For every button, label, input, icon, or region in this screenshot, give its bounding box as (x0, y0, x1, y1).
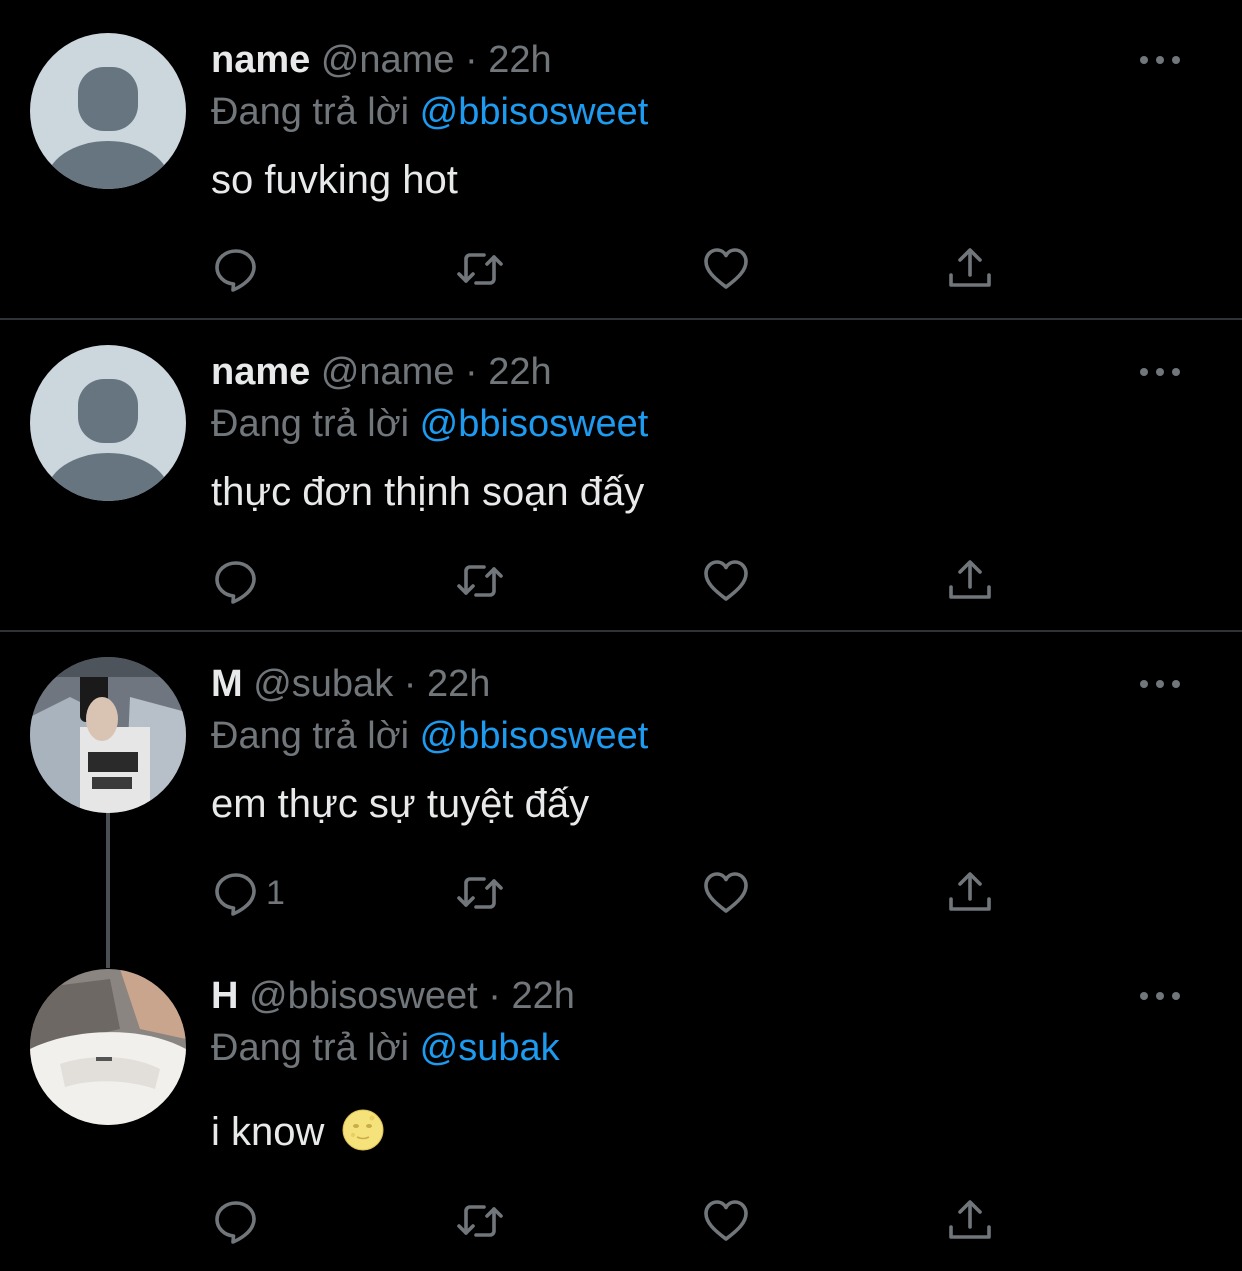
mention-link[interactable]: @bbisosweet (420, 715, 649, 757)
retweet-icon (457, 1205, 503, 1237)
more-options-button[interactable] (1140, 678, 1180, 690)
separator-dot: · (465, 39, 478, 81)
tweet-header: name @name · 22h (211, 350, 552, 394)
timestamp[interactable]: 22h (511, 975, 574, 1017)
display-name[interactable]: name (211, 351, 310, 393)
action-bar (0, 245, 1242, 293)
tweet[interactable]: H @bbisosweet · 22h Đang trả lời @subak … (0, 944, 1242, 1271)
retweet-icon (457, 253, 503, 285)
retweet-button[interactable] (456, 869, 504, 917)
like-button[interactable] (702, 1197, 750, 1245)
replying-to: Đang trả lời @bbisosweet (211, 90, 648, 134)
full-moon-face-icon (342, 1109, 384, 1151)
like-icon (704, 560, 748, 601)
more-options-button[interactable] (1140, 990, 1180, 1002)
more-options-button[interactable] (1140, 366, 1180, 378)
share-button[interactable] (946, 869, 994, 917)
retweet-button[interactable] (456, 245, 504, 293)
replying-to: Đang trả lời @subak (211, 1026, 560, 1070)
avatar[interactable] (30, 969, 186, 1125)
photo-avatar-icon (30, 657, 186, 813)
like-icon (704, 248, 748, 289)
share-icon (949, 560, 991, 599)
like-button[interactable] (702, 869, 750, 917)
more-icon (1140, 368, 1148, 376)
more-options-button[interactable] (1140, 54, 1180, 66)
separator-dot: · (403, 663, 417, 705)
reply-count: 1 (266, 873, 285, 912)
avatar[interactable] (30, 345, 186, 501)
tweet-header: M @subak · 22h (211, 662, 490, 706)
display-name[interactable]: H (211, 975, 238, 1017)
tweet-text: thực đơn thịnh soạn đấy (211, 470, 645, 514)
separator-dot: · (488, 975, 501, 1017)
reply-button[interactable] (212, 557, 266, 605)
mention-link[interactable]: @bbisosweet (420, 91, 649, 133)
like-button[interactable] (702, 557, 750, 605)
action-bar: 1 (0, 869, 1242, 917)
action-bar (0, 1197, 1242, 1245)
display-name[interactable]: M (211, 663, 243, 705)
tweet[interactable]: M @subak · 22h Đang trả lời @bbisosweet … (0, 632, 1242, 944)
timestamp[interactable]: 22h (488, 39, 551, 81)
share-button[interactable] (946, 245, 994, 293)
more-icon (1140, 992, 1148, 1000)
retweet-button[interactable] (456, 1197, 504, 1245)
user-handle[interactable]: @name (321, 351, 455, 393)
replying-prefix: Đang trả lời (211, 91, 410, 133)
reply-icon (215, 249, 256, 292)
share-button[interactable] (946, 557, 994, 605)
retweet-button[interactable] (456, 557, 504, 605)
share-icon (949, 1200, 991, 1239)
mention-link[interactable]: @bbisosweet (420, 403, 649, 445)
reply-icon (215, 873, 256, 916)
mention-link[interactable]: @subak (420, 1027, 560, 1069)
default-avatar-icon (30, 33, 186, 189)
replying-prefix: Đang trả lời (211, 715, 410, 757)
more-icon (1140, 56, 1148, 64)
replying-prefix: Đang trả lời (211, 403, 410, 445)
user-handle[interactable]: @name (321, 39, 455, 81)
retweet-icon (457, 565, 503, 597)
reply-icon (215, 1201, 256, 1244)
like-button[interactable] (702, 245, 750, 293)
share-icon (949, 248, 991, 287)
timestamp[interactable]: 22h (488, 351, 551, 393)
user-handle[interactable]: @bbisosweet (249, 975, 478, 1017)
replying-to: Đang trả lời @bbisosweet (211, 714, 648, 758)
tweet[interactable]: name @name · 22h Đang trả lời @bbisoswee… (0, 320, 1242, 632)
display-name[interactable]: name (211, 39, 310, 81)
default-avatar-icon (30, 345, 186, 501)
more-icon (1140, 680, 1148, 688)
user-handle[interactable]: @subak (253, 663, 393, 705)
separator-dot: · (465, 351, 478, 393)
reply-button[interactable] (212, 245, 266, 293)
share-button[interactable] (946, 1197, 994, 1245)
reply-button[interactable] (212, 1197, 266, 1245)
action-bar (0, 557, 1242, 605)
reply-icon (215, 561, 256, 604)
like-icon (704, 872, 748, 913)
replying-prefix: Đang trả lời (211, 1027, 410, 1069)
tweet[interactable]: name @name · 22h Đang trả lời @bbisoswee… (0, 0, 1242, 320)
tweet-header: name @name · 22h (211, 38, 552, 82)
tweet-text: em thực sự tuyệt đấy (211, 782, 590, 826)
tweet-header: H @bbisosweet · 22h (211, 974, 575, 1018)
tweet-text-container: i know (211, 1108, 384, 1156)
tweet-text: i know (211, 1110, 325, 1154)
retweet-icon (457, 877, 503, 909)
avatar[interactable] (30, 657, 186, 813)
timestamp[interactable]: 22h (427, 663, 490, 705)
photo-avatar-icon (30, 969, 186, 1125)
replying-to: Đang trả lời @bbisosweet (211, 402, 648, 446)
avatar[interactable] (30, 33, 186, 189)
share-icon (949, 872, 991, 911)
reply-button[interactable]: 1 (212, 869, 285, 917)
like-icon (704, 1200, 748, 1241)
tweet-text: so fuvking hot (211, 158, 458, 202)
